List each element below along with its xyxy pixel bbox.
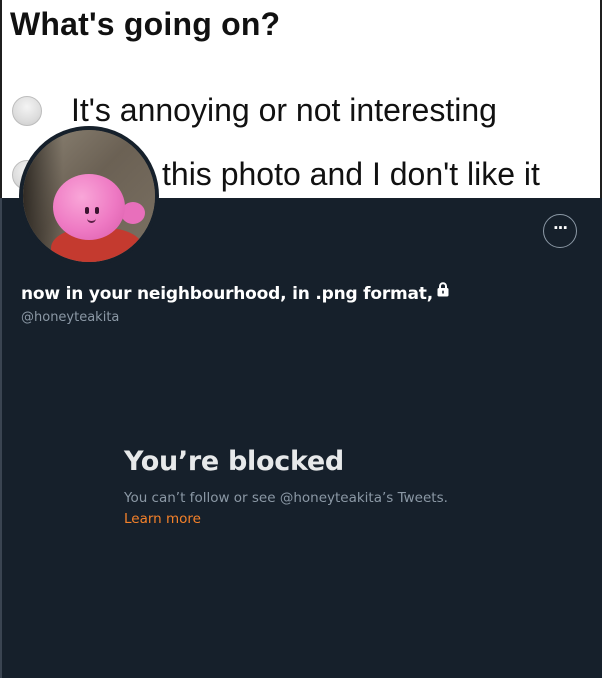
avatar-plush-eye [95,207,99,214]
profile-display-name: now in your neighbourhood, in .png forma… [21,282,449,304]
blocked-description: You can’t follow or see @honeyteakita’s … [124,490,448,506]
ellipsis-icon: ··· [552,218,568,237]
report-option-label: this photo and I don't like it [162,156,540,192]
lock-icon [437,282,449,302]
report-question-title: What's going on? [10,6,281,42]
learn-more-link[interactable]: Learn more [124,511,201,527]
avatar-plush-body [53,174,125,240]
more-options-button[interactable]: ··· [543,214,577,248]
report-option-row[interactable]: It's annoying or not interesting [12,88,600,128]
blocked-title: You’re blocked [124,446,344,477]
radio-button[interactable] [12,96,42,126]
report-option-label: It's annoying or not interesting [71,92,497,128]
avatar[interactable] [19,126,159,266]
profile-handle: @honeyteakita [21,310,120,325]
profile-panel: ··· now in your neighbourhood, in .png f… [0,198,602,678]
avatar-plush-eye [85,207,89,214]
display-name-text: now in your neighbourhood, in .png forma… [21,284,433,304]
